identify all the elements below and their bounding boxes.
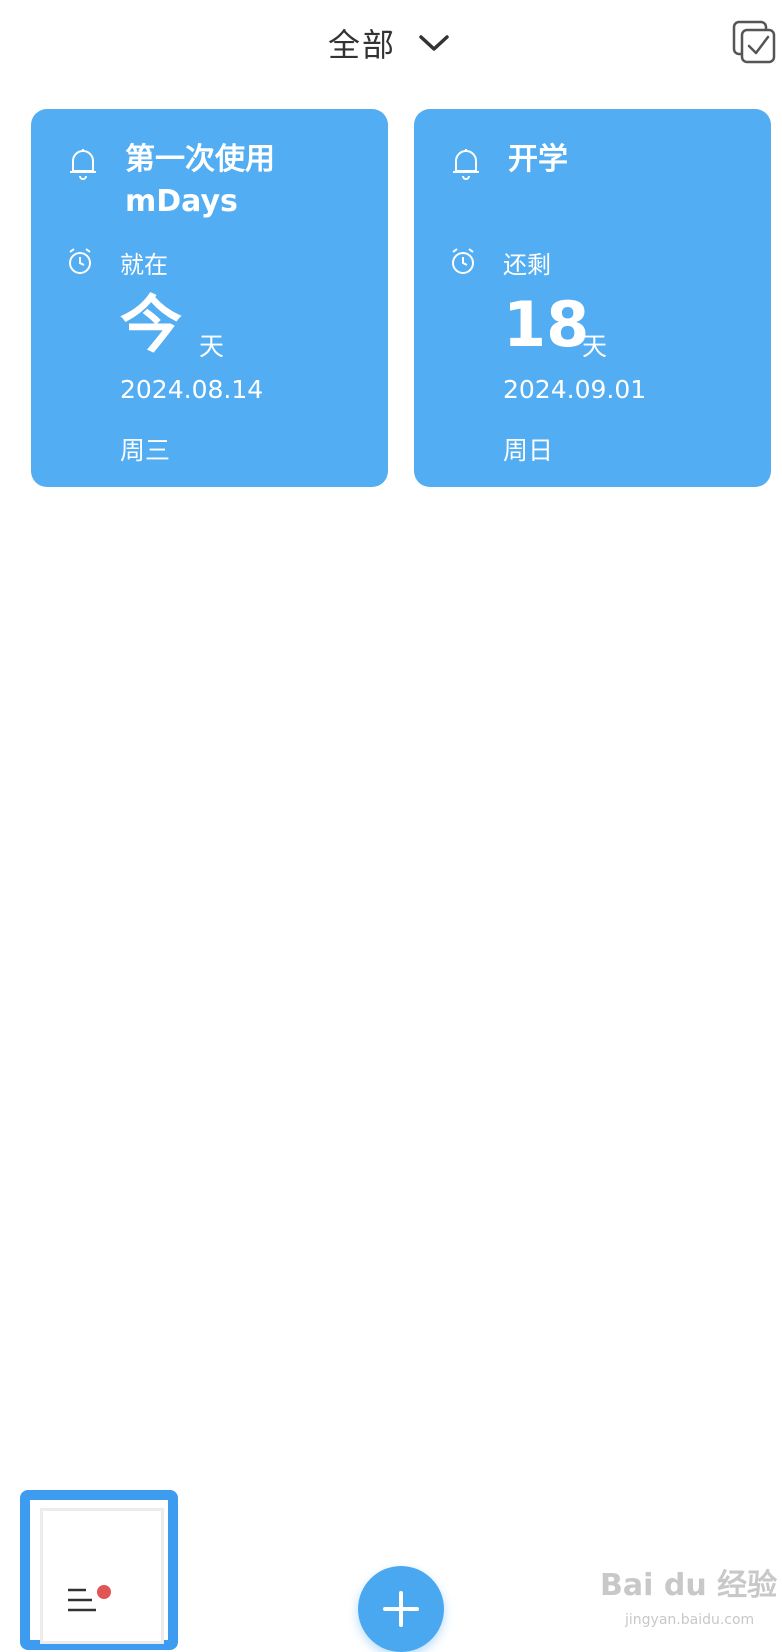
day-unit: 天 [199,332,225,361]
event-card-first-use[interactable]: 第一次使用 mDays 就在 今 天 2024.08.14 周三 [31,109,388,487]
alarm-clock-icon [69,248,91,274]
watermark-url: jingyan.baidu.com [625,1612,755,1628]
bell-icon [70,149,96,180]
filter-label: 全部 [328,26,397,64]
day-count: 18 [503,288,590,361]
watermark-brand: Bai du 经验 [600,1568,778,1603]
bell-icon [453,149,479,180]
category-filter-dropdown[interactable]: 全部 [328,18,450,68]
multi-select-icon[interactable] [732,20,778,66]
plus-icon [383,1591,419,1627]
event-card-school-start[interactable]: 开学 还剩 18 天 2024.09.01 周日 [414,109,771,487]
notification-dot [97,1585,111,1599]
chevron-down-icon [419,35,449,51]
event-date: 2024.09.01 [503,375,647,404]
menu-icon[interactable] [64,1576,112,1624]
event-weekday: 周三 [120,436,171,465]
event-title: 开学 [508,142,568,177]
add-event-button[interactable] [358,1566,444,1652]
status-label: 还剩 [503,251,551,279]
event-weekday: 周日 [503,436,554,465]
status-label: 就在 [120,251,168,279]
top-bar: 全部 [0,0,782,90]
day-unit: 天 [582,332,608,361]
event-title: 第一次使用 mDays [125,142,275,219]
event-date: 2024.08.14 [120,375,264,404]
day-count: 今 [120,288,183,361]
alarm-clock-icon [452,248,474,274]
